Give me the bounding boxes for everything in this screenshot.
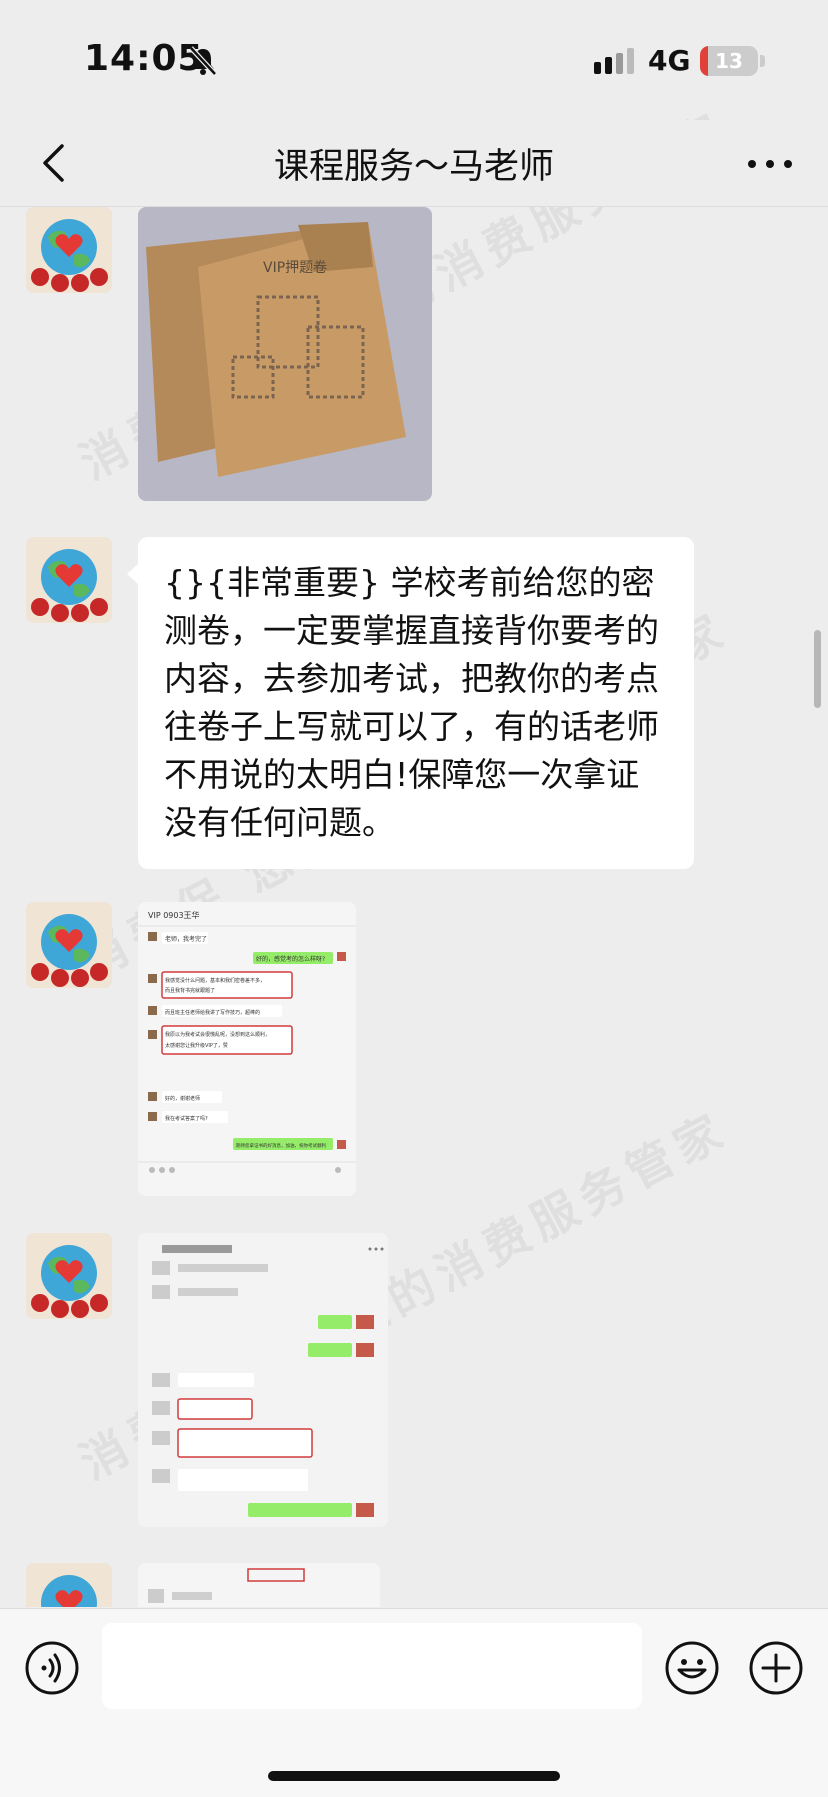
screenshot-title: VIP 0903王华 — [148, 910, 200, 920]
avatar[interactable] — [26, 902, 112, 988]
svg-text:我在考试答案了吗?: 我在考试答案了吗? — [165, 1115, 208, 1122]
message-item: VIP押题卷 — [0, 207, 828, 503]
avatar[interactable] — [26, 1233, 112, 1319]
scrollbar[interactable] — [814, 630, 821, 708]
image-message[interactable]: VIP 0903王华 老师，我考完了 好的，感觉考的怎么样呀? 我感觉没什么问题… — [138, 902, 356, 1196]
globe-heart-avatar-icon — [26, 207, 112, 293]
globe-heart-avatar-icon — [26, 1563, 112, 1607]
svg-text:而且班主任老师给我讲了写作技巧，超棒的: 而且班主任老师给我讲了写作技巧，超棒的 — [165, 1009, 260, 1016]
home-indicator[interactable] — [268, 1771, 560, 1781]
bell-slash-icon — [189, 46, 217, 76]
globe-heart-avatar-icon — [26, 1233, 112, 1319]
svg-text:期待您拿证书的好消息，加油，祝你考试顺利: 期待您拿证书的好消息，加油，祝你考试顺利 — [236, 1142, 326, 1149]
chat-screenshot — [138, 1233, 388, 1527]
avatar[interactable] — [26, 207, 112, 293]
chat-title: 课程服务～马老师 — [273, 147, 554, 187]
network-type: 4G — [648, 44, 691, 77]
cell-signal-icon — [594, 48, 634, 74]
voice-button[interactable] — [24, 1640, 80, 1696]
svg-text:好的，感觉考的怎么样呀?: 好的，感觉考的怎么样呀? — [256, 955, 325, 963]
chat-screenshot — [138, 1563, 380, 1607]
message-item — [0, 1233, 828, 1533]
nav-bar: 课程服务～马老师 — [0, 120, 828, 207]
svg-text:我感觉没什么问题，基本和我们密卷差不多，: 我感觉没什么问题，基本和我们密卷差不多， — [165, 977, 265, 984]
svg-text:而且我背书完就跟题了: 而且我背书完就跟题了 — [165, 987, 215, 994]
chat-list[interactable]: VIP押题卷 {}{非常重要} 学校考前给您的密测卷，一定要掌握直接背你要考的内… — [0, 207, 828, 1607]
image-message[interactable]: VIP押题卷 — [138, 207, 432, 501]
battery-tip — [760, 55, 765, 67]
svg-text:老师，我考完了: 老师，我考完了 — [165, 935, 207, 943]
message-item: {}{非常重要} 学校考前给您的密测卷，一定要掌握直接背你要考的内容，去参加考试… — [0, 537, 828, 869]
avatar[interactable] — [26, 1563, 112, 1607]
svg-text:好的，谢谢老师: 好的，谢谢老师 — [165, 1095, 200, 1102]
globe-heart-avatar-icon — [26, 537, 112, 623]
message-item — [0, 1563, 828, 1607]
image-message[interactable] — [138, 1233, 388, 1527]
status-bar: 14:05 4G 13 — [0, 0, 828, 120]
message-item: VIP 0903王华 老师，我考完了 好的，感觉考的怎么样呀? 我感觉没什么问题… — [0, 902, 828, 1202]
emoji-button[interactable] — [664, 1640, 720, 1696]
text-message[interactable]: {}{非常重要} 学校考前给您的密测卷，一定要掌握直接背你要考的内容，去参加考试… — [127, 537, 694, 869]
avatar[interactable] — [26, 537, 112, 623]
envelope-photo: VIP押题卷 — [138, 207, 432, 501]
plus-button[interactable] — [748, 1640, 804, 1696]
image-message[interactable] — [138, 1563, 380, 1607]
input-bar — [0, 1608, 828, 1797]
message-text: {}{非常重要} 学校考前给您的密测卷，一定要掌握直接背你要考的内容，去参加考试… — [164, 563, 659, 842]
chat-screenshot: VIP 0903王华 老师，我考完了 好的，感觉考的怎么样呀? 我感觉没什么问题… — [138, 902, 356, 1196]
battery-indicator: 13 — [700, 46, 758, 76]
svg-text:太感谢您让我升级VIP了，赞: 太感谢您让我升级VIP了，赞 — [165, 1042, 228, 1049]
bubble-tail — [127, 563, 139, 585]
more-button[interactable] — [740, 144, 800, 184]
svg-text:VIP押题卷: VIP押题卷 — [263, 260, 327, 276]
message-input[interactable] — [102, 1623, 642, 1709]
globe-heart-avatar-icon — [26, 902, 112, 988]
svg-text:我原以为我考试会很慌乱呢，没想到这么顺利，: 我原以为我考试会很慌乱呢，没想到这么顺利， — [165, 1031, 270, 1038]
battery-level: 13 — [715, 49, 743, 73]
